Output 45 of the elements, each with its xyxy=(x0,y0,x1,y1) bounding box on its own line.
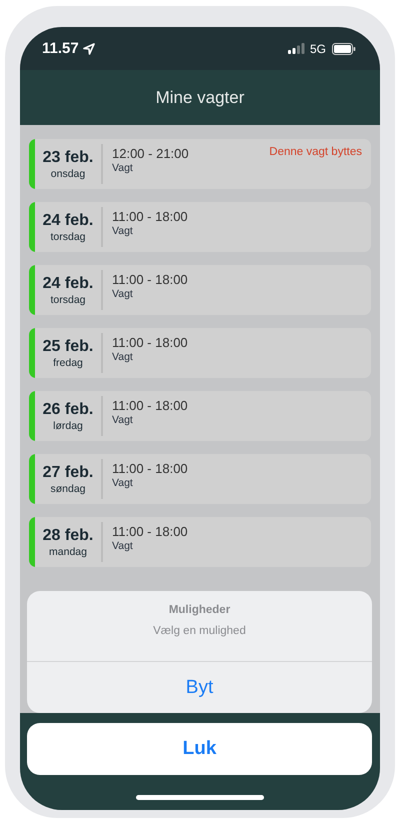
sheet-title: Muligheder xyxy=(168,604,230,616)
shift-time: 11:00 - 18:00 xyxy=(112,398,188,413)
shift-date: 25 feb. xyxy=(42,338,94,356)
swap-note: Denne vagt byttes xyxy=(269,146,362,160)
signal-icon xyxy=(288,43,305,54)
shift-type: Vagt xyxy=(112,162,134,174)
shift-weekday: onsdag xyxy=(50,168,86,180)
shift-type: Vagt xyxy=(112,225,134,237)
shift-card[interactable]: 25 feb. fredag 11:00 - 18:00 Vagt xyxy=(29,328,371,378)
shift-weekday: fredag xyxy=(53,356,83,368)
page-title: Mine vagter xyxy=(156,88,244,108)
shift-type: Vagt xyxy=(112,351,134,363)
shift-weekday: torsdag xyxy=(50,294,86,306)
shift-card[interactable]: 24 feb. torsdag 11:00 - 18:00 Vagt xyxy=(29,202,371,252)
shift-card[interactable]: 28 feb. mandag 11:00 - 18:00 Vagt xyxy=(29,517,371,567)
location-arrow-icon xyxy=(82,42,95,54)
shift-time: 11:00 - 18:00 xyxy=(112,461,188,476)
shift-weekday: lørdag xyxy=(53,420,83,432)
shift-weekday: søndag xyxy=(50,482,86,494)
shift-weekday: torsdag xyxy=(50,230,86,242)
shift-date: 26 feb. xyxy=(42,400,94,418)
shift-type: Vagt xyxy=(112,414,134,426)
shift-date: 24 feb. xyxy=(42,212,94,230)
shift-time: 11:00 - 18:00 xyxy=(112,209,188,224)
shift-time: 12:00 - 21:00 xyxy=(112,146,189,161)
shift-weekday: mandag xyxy=(49,546,87,558)
shift-date: 23 feb. xyxy=(42,148,94,166)
shift-time: 11:00 - 18:00 xyxy=(112,524,188,539)
status-time: 11.57 xyxy=(42,40,79,57)
shift-date: 24 feb. xyxy=(42,274,94,292)
sheet-message: Vælg en mulighed xyxy=(153,625,246,637)
close-button[interactable]: Luk xyxy=(27,723,372,775)
shift-date: 27 feb. xyxy=(42,464,94,482)
network-label: 5G xyxy=(310,42,326,56)
shift-type: Vagt xyxy=(112,288,134,300)
shift-type: Vagt xyxy=(112,477,134,489)
shift-type: Vagt xyxy=(112,540,134,552)
shift-card[interactable]: 23 feb. onsdag 12:00 - 21:00 Denne vagt byttes Vagt xyxy=(29,139,371,189)
battery-icon xyxy=(332,42,356,54)
shift-card[interactable]: 26 feb. lørdag 11:00 - 18:00 Vagt xyxy=(29,391,371,441)
shift-date: 28 feb. xyxy=(42,526,94,544)
shift-time: 11:00 - 18:00 xyxy=(112,335,188,350)
shift-card[interactable]: 24 feb. torsdag 11:00 - 18:00 Vagt xyxy=(29,265,371,315)
shift-card[interactable]: 27 feb. søndag 11:00 - 18:00 Vagt xyxy=(29,454,371,504)
shift-time: 11:00 - 18:00 xyxy=(112,272,188,287)
